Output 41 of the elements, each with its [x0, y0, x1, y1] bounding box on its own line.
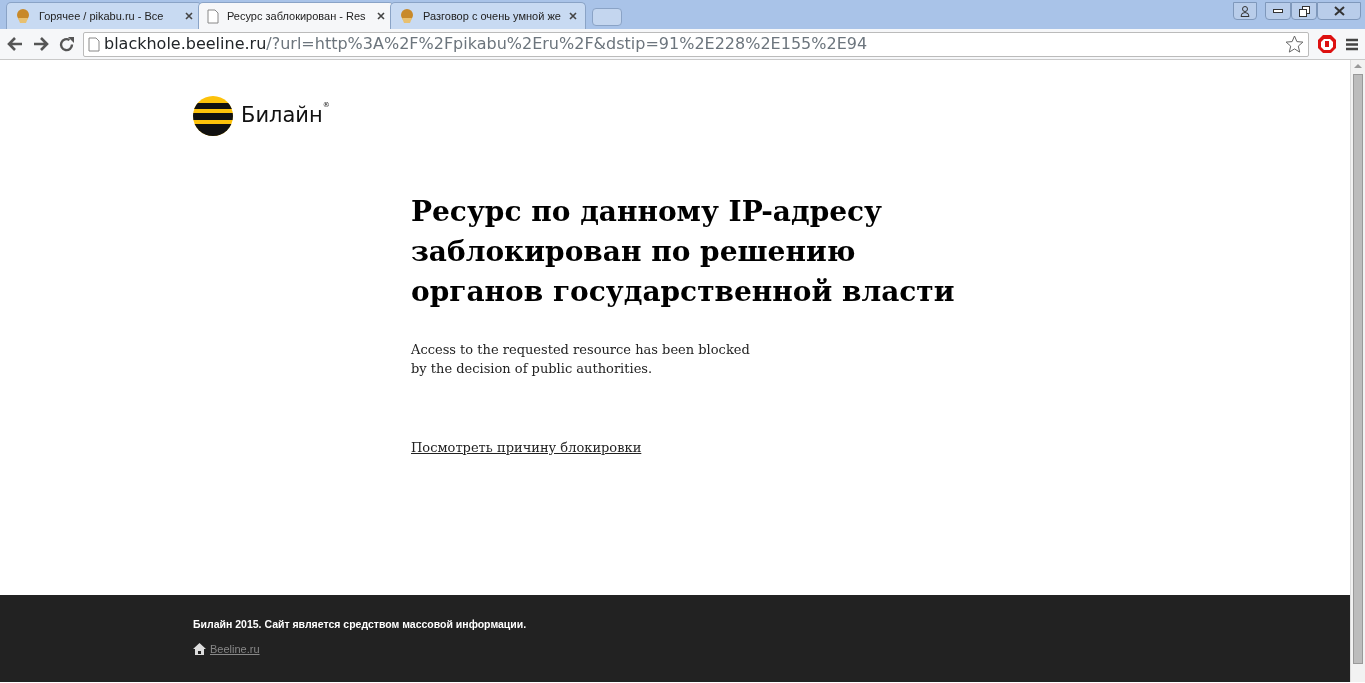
scrollbar[interactable]	[1350, 60, 1365, 682]
tab-title: Ресурс заблокирован - Res	[227, 8, 367, 24]
menu-icon[interactable]	[1345, 37, 1359, 51]
page-icon	[207, 8, 219, 24]
forward-icon[interactable]	[32, 36, 50, 52]
close-window-button[interactable]	[1317, 2, 1361, 20]
address-bar[interactable]: blackhole.beeline.ru/?url=http%3A%2F%2Fpikabu%2Eru%2F&dstip=91%2E228%2E155%2E94	[83, 31, 1309, 57]
minimize-icon	[1273, 9, 1283, 13]
tab-title: Разговор с очень умной же	[423, 8, 561, 24]
profile-button[interactable]	[1233, 2, 1257, 20]
heading-line: заблокирован по решению	[411, 234, 857, 270]
reload-icon[interactable]	[58, 35, 75, 53]
url-path: /?url=http%3A%2F%2Fpikabu%2Eru%2F&dstip=91%2E228%2E155%2E94	[266, 34, 868, 53]
muffin-icon	[399, 8, 415, 24]
minimize-button[interactable]	[1265, 2, 1291, 20]
tab-title: Горячее / pikabu.ru - Все	[39, 8, 165, 24]
close-icon	[1333, 6, 1345, 16]
muffin-icon	[15, 8, 31, 24]
stop-hand-icon[interactable]	[1317, 34, 1337, 54]
block-reason-link[interactable]: Посмотреть причину блокировки	[411, 438, 642, 458]
message-line: Access to the requested resource has been blocked	[411, 341, 751, 359]
person-icon	[1240, 5, 1250, 17]
url-host: blackhole.beeline.ru	[104, 34, 267, 53]
close-icon[interactable]	[377, 12, 385, 20]
close-icon[interactable]	[569, 12, 577, 20]
scroll-up-icon[interactable]	[1353, 62, 1363, 70]
restore-icon	[1298, 5, 1310, 17]
home-icon	[193, 643, 206, 655]
restore-button[interactable]	[1291, 2, 1317, 20]
heading-line: органов государственной власти	[411, 274, 956, 310]
logo-icon	[193, 96, 233, 136]
close-icon[interactable]	[185, 12, 193, 20]
page-icon	[88, 36, 100, 52]
heading-line: Ресурс по данному IP-адресу	[411, 194, 883, 230]
footer-notice: Билайн 2015. Сайт является средством массовой информации.	[193, 617, 528, 632]
message-line: by the decision of public authorities.	[411, 360, 654, 378]
beeline-link[interactable]: Beeline.ru	[210, 640, 260, 658]
scrollbar-thumb[interactable]	[1353, 74, 1363, 664]
browser-tab[interactable]: Разговор с очень умной же	[390, 2, 586, 29]
back-icon[interactable]	[6, 36, 24, 52]
star-icon[interactable]	[1285, 35, 1304, 53]
